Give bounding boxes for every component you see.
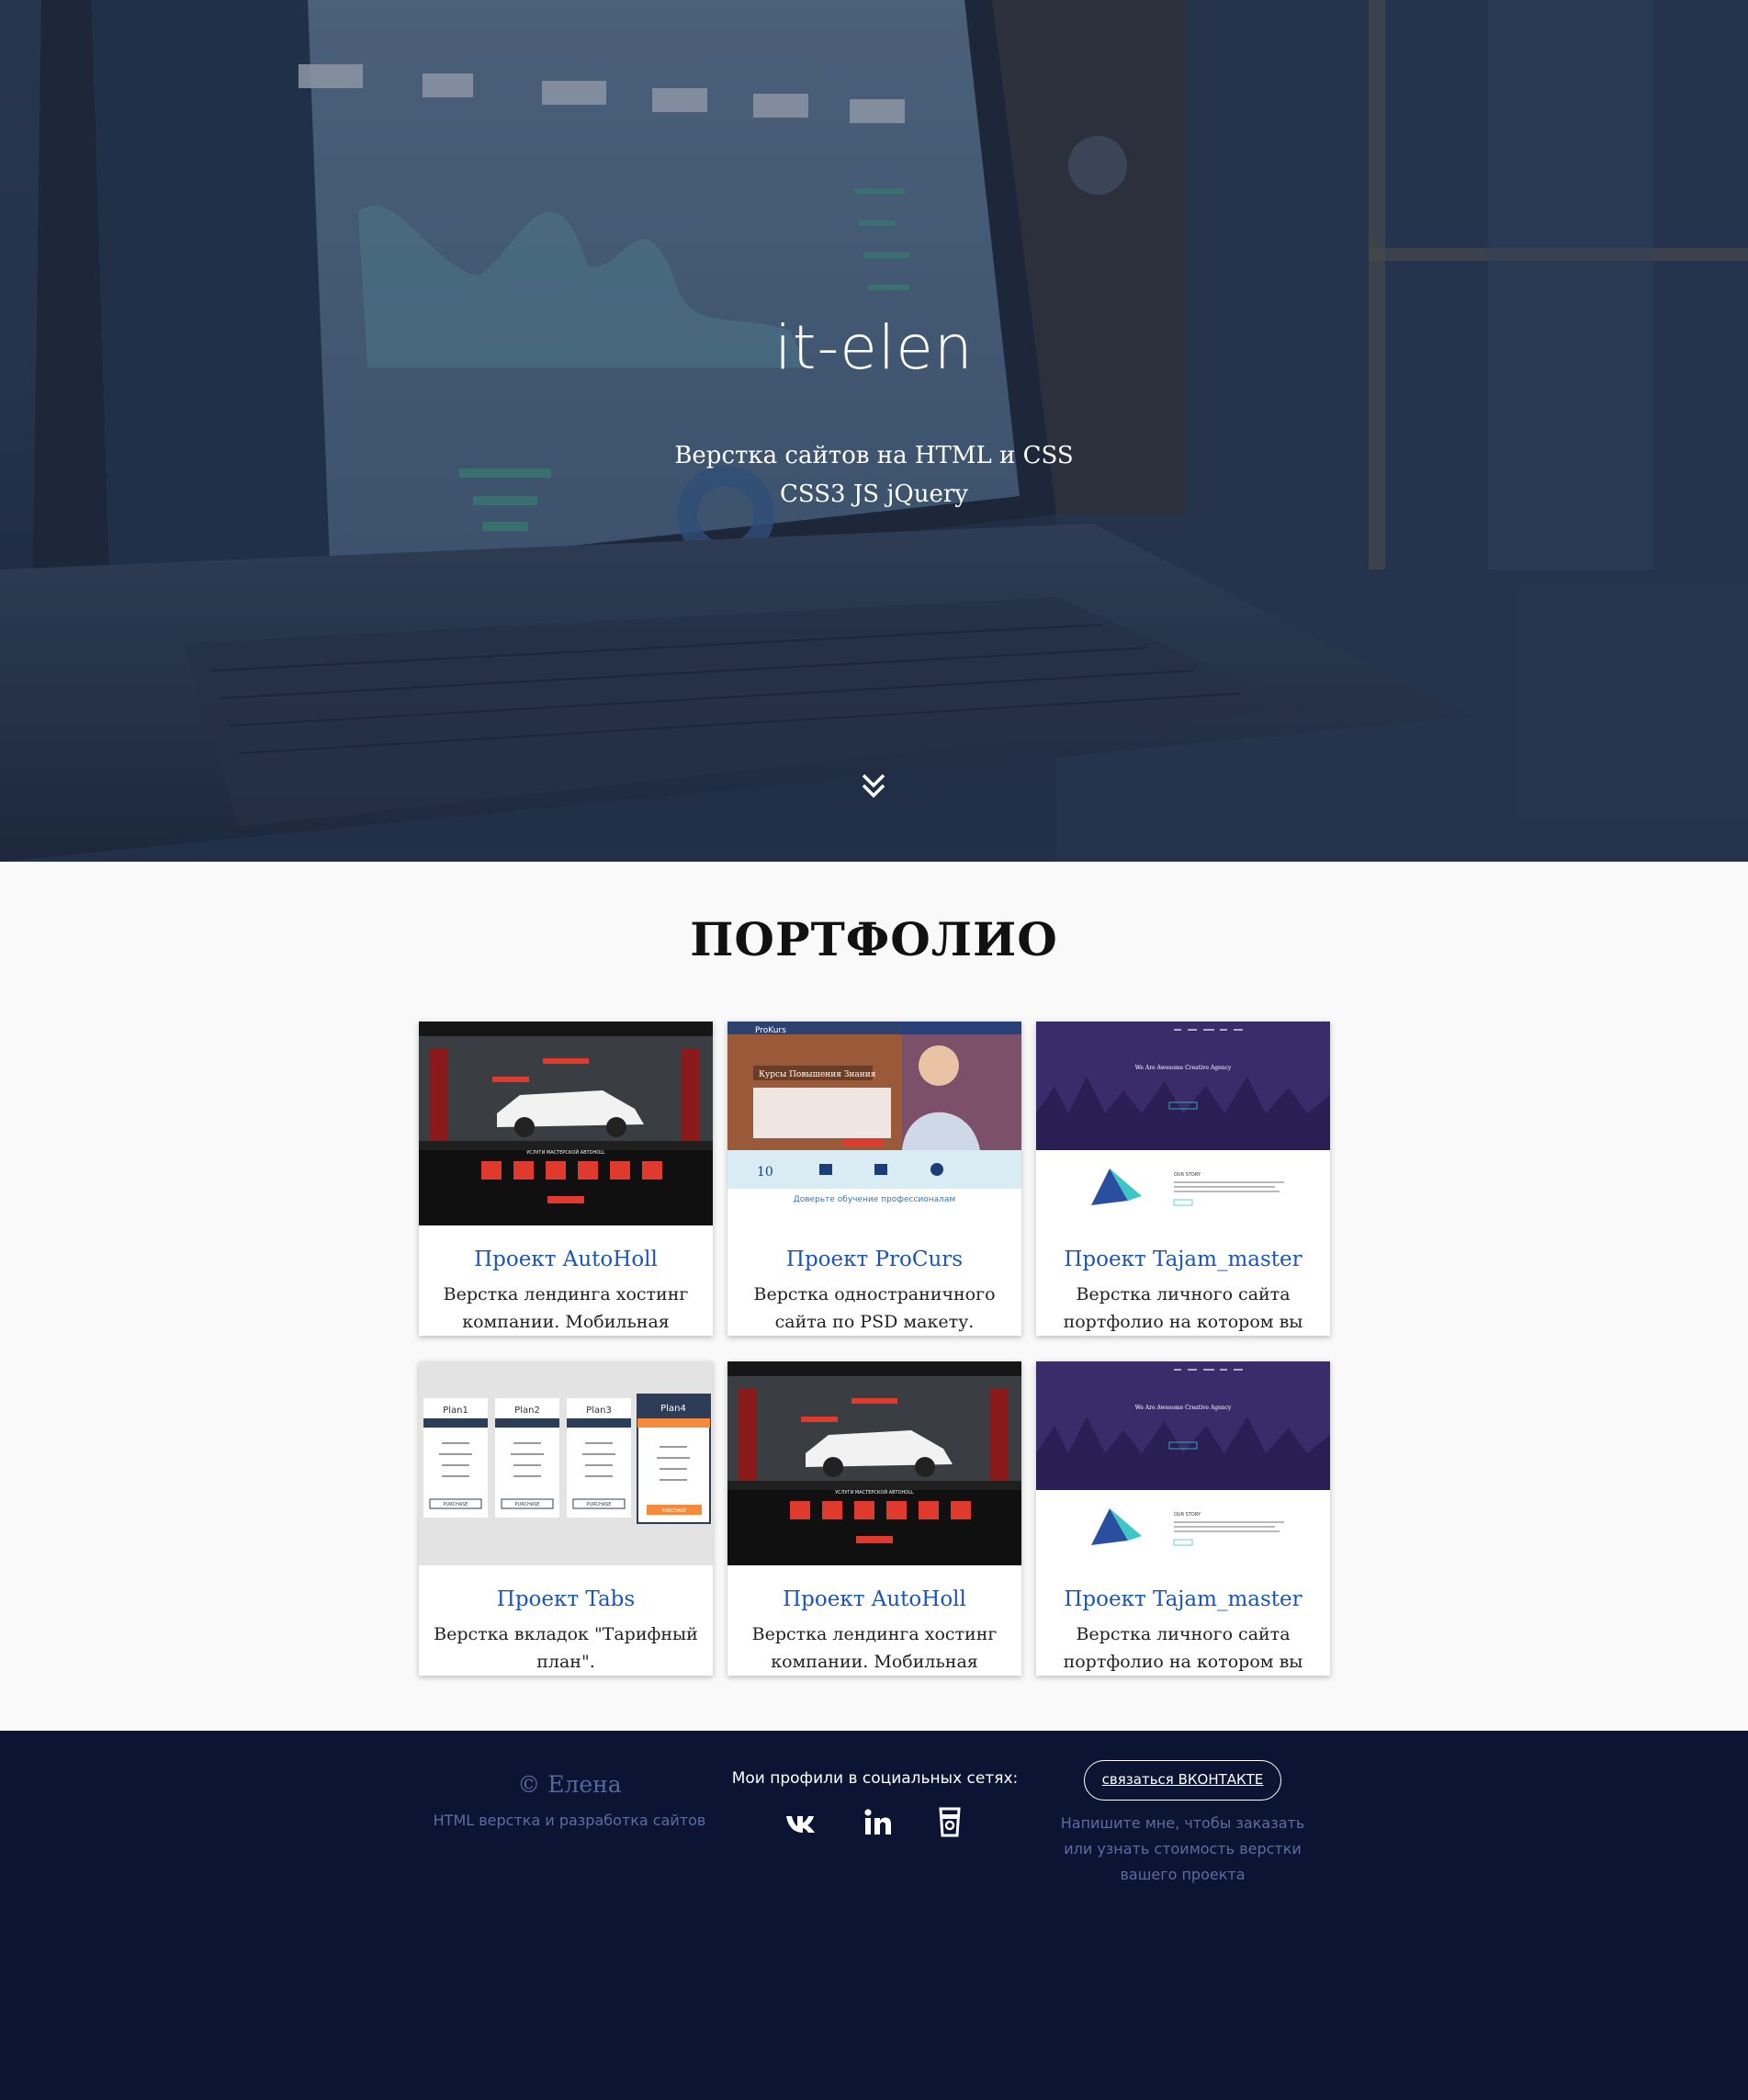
thumb-procurs-headline: Курсы Повышения Знания — [759, 1070, 876, 1079]
bower-icon[interactable] — [931, 1804, 968, 1841]
thumb-plan1: Plan1 — [443, 1406, 468, 1416]
project-thumbnail-autoholl[interactable]: УСЛУГИ МАСТЕРСКОЙ АВТОHOLL — [727, 1361, 1021, 1565]
hero-subtitle-line2: CSS3 JS jQuery — [780, 480, 968, 508]
project-thumbnail-autoholl[interactable]: УСЛУГИ МАСТЕРСКОЙ АВТОHOLL — [419, 1022, 713, 1225]
thumb-plan-button: PURCHASE — [587, 1502, 612, 1507]
contact-vk-button[interactable]: связаться ВКОНТАКТЕ — [1084, 1760, 1281, 1801]
project-description: Верстка лендинга хостинг компании. Мобил… — [443, 1284, 689, 1332]
thumb-plan-button: PURCHASE — [662, 1508, 687, 1514]
hero-section: it-elen Верстка сайтов на HTML и CSS CSS… — [0, 0, 1748, 862]
thumb-plan2: Plan2 — [514, 1406, 540, 1416]
portfolio-title: ПОРТФОЛИО — [690, 912, 1058, 966]
site-logo[interactable]: it-elen — [0, 312, 1748, 383]
project-title[interactable]: Проект AutoHoll — [419, 1248, 713, 1271]
project-thumbnail-tajam[interactable]: We Are Awesome Creative Agency OUR STORY — [1036, 1022, 1330, 1225]
linkedin-icon[interactable] — [860, 1804, 897, 1841]
portfolio-card[interactable]: ProKurs Курсы Повышения Знания 10 Доверь… — [727, 1022, 1021, 1336]
thumb-services-heading: УСЛУГИ МАСТЕРСКОЙ АВТОHOLL — [835, 1489, 914, 1496]
thumb-tajam-story: OUR STORY — [1174, 1172, 1201, 1178]
thumb-procurs-number: 10 — [757, 1165, 773, 1180]
project-thumbnail-tajam[interactable]: We Are Awesome Creative Agency OUR STORY — [1036, 1361, 1330, 1565]
thumb-tajam-headline: We Are Awesome Creative Agency — [1135, 1065, 1232, 1071]
portfolio-section: ПОРТФОЛИО УСЛУГИ МАСТЕРСКОЙ АВТОHOLL Про… — [0, 862, 1748, 1731]
thumb-tajam-headline: We Are Awesome Creative Agency — [1135, 1405, 1232, 1411]
project-description: Верстка лендинга хостинг компании. Мобил… — [751, 1624, 998, 1672]
thumb-plan-button: PURCHASE — [444, 1502, 468, 1507]
project-description: Верстка одностраничного сайта по PSD мак… — [753, 1284, 996, 1332]
footer-contact-note: Напишите мне, чтобы заказать или узнать … — [1060, 1814, 1305, 1883]
portfolio-card[interactable]: Plan1 Plan2 Plan3 Plan4 PURCHASE PURCHAS… — [419, 1361, 713, 1676]
vk-icon[interactable] — [784, 1804, 820, 1841]
thumb-procurs-brand: ProKurs — [755, 1026, 786, 1035]
thumb-tajam-story: OUR STORY — [1174, 1512, 1201, 1518]
thumb-procurs-tagline: Доверьте обучение профессионалам — [794, 1195, 955, 1204]
thumb-plan-button: PURCHASE — [515, 1502, 540, 1507]
thumb-plan4: Plan4 — [660, 1404, 686, 1414]
project-description: Верстка личного сайта портфолио на котор… — [1063, 1284, 1303, 1332]
project-title[interactable]: Проект Tabs — [419, 1587, 713, 1611]
portfolio-card[interactable]: We Are Awesome Creative Agency OUR STORY… — [1036, 1361, 1330, 1676]
project-thumbnail-procurs[interactable]: ProKurs Курсы Повышения Знания 10 Доверь… — [727, 1022, 1021, 1225]
double-chevron-down-icon[interactable] — [860, 770, 887, 801]
portfolio-card[interactable]: УСЛУГИ МАСТЕРСКОЙ АВТОHOLL Проект AutoHo… — [727, 1361, 1021, 1676]
hero-subtitle-line1: Верстка сайтов на HTML и CSS — [674, 442, 1074, 469]
hero-subtitle: Верстка сайтов на HTML и CSS CSS3 JS jQu… — [0, 436, 1748, 514]
project-title[interactable]: Проект Tajam_master — [1036, 1248, 1330, 1271]
footer-social-label: Мои профили в социальных сетях: — [731, 1769, 1019, 1788]
portfolio-card[interactable]: We Are Awesome Creative Agency OUR STORY… — [1036, 1022, 1330, 1336]
project-title[interactable]: Проект ProCurs — [727, 1248, 1021, 1271]
thumb-services-heading: УСЛУГИ МАСТЕРСКОЙ АВТОHOLL — [526, 1149, 605, 1156]
project-thumbnail-tabs[interactable]: Plan1 Plan2 Plan3 Plan4 PURCHASE PURCHAS… — [419, 1361, 713, 1565]
hero-overlay — [0, 0, 1748, 862]
footer: © Елена HTML верстка и разработка сайтов… — [0, 1731, 1748, 2100]
footer-copyright-subtitle: HTML верстка и разработка сайтов — [433, 1812, 706, 1829]
project-title[interactable]: Проект Tajam_master — [1036, 1587, 1330, 1611]
project-description: Верстка личного сайта портфолио на котор… — [1063, 1624, 1303, 1672]
portfolio-card[interactable]: УСЛУГИ МАСТЕРСКОЙ АВТОHOLL Проект AutoHo… — [419, 1022, 713, 1336]
thumb-plan3: Plan3 — [586, 1406, 612, 1416]
project-description: Верстка вкладок "Тарифный план". — [434, 1624, 698, 1672]
footer-copyright: © Елена — [517, 1771, 622, 1798]
project-title[interactable]: Проект AutoHoll — [727, 1587, 1021, 1611]
